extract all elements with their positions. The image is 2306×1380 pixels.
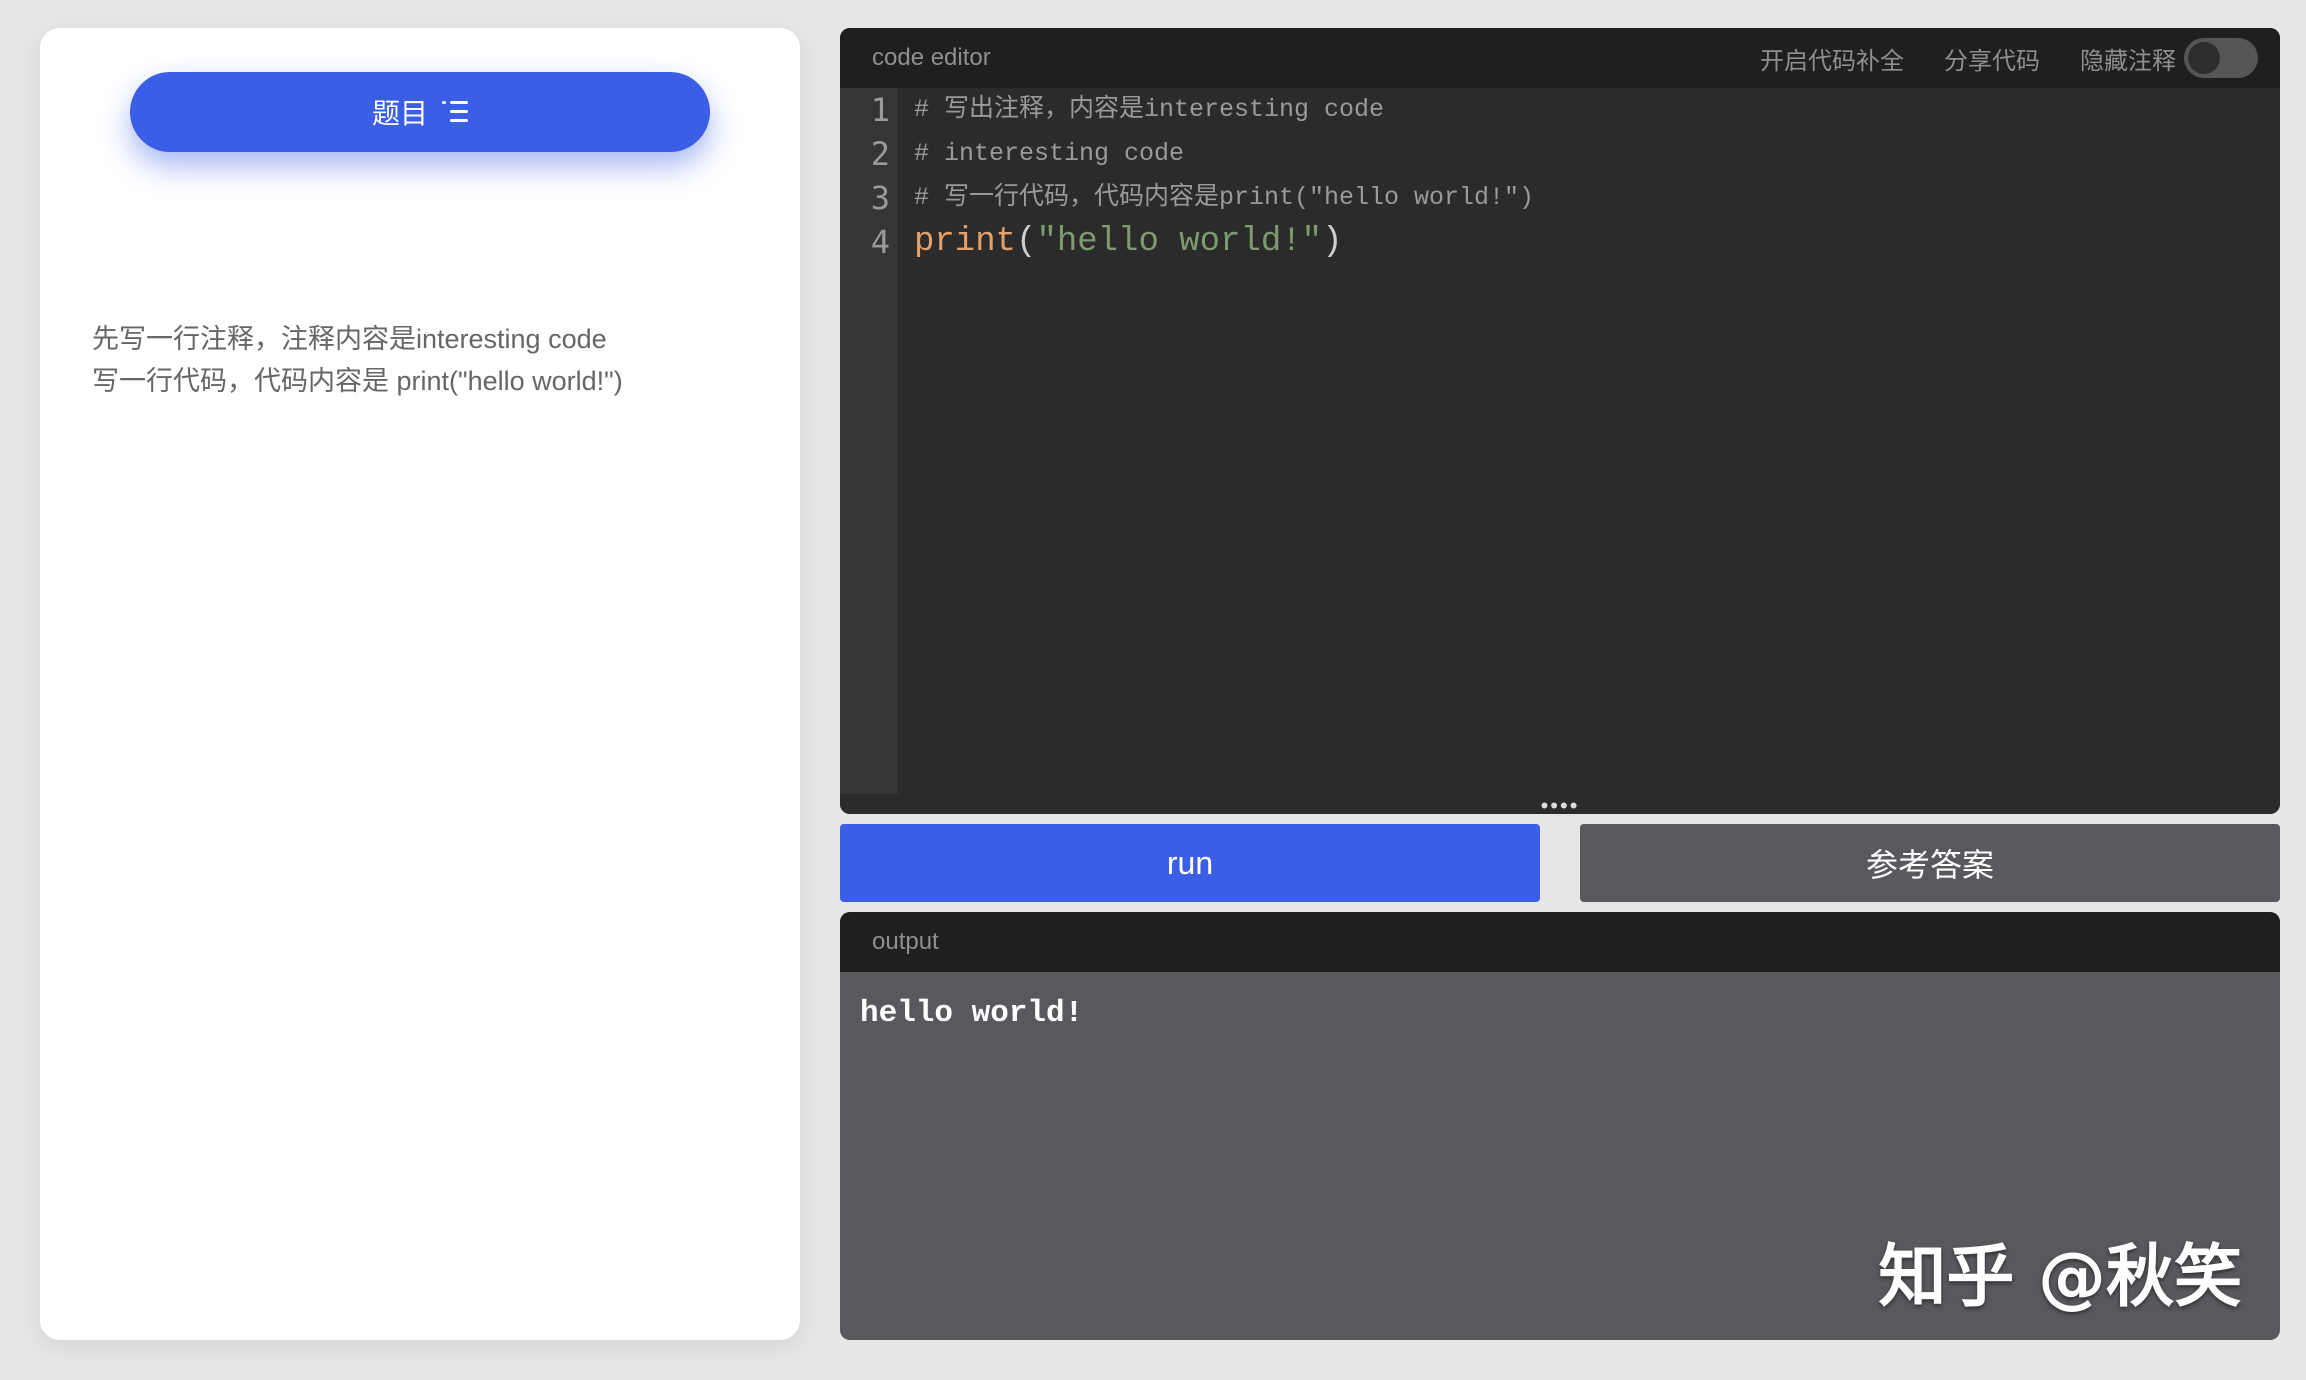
output-header: output [840,912,2280,972]
line-number: 1 [870,91,890,129]
output-title: output [872,928,939,955]
code-paren-close: ) [1322,223,1343,261]
line-number: 4 [870,223,890,261]
code-line: print("hello world!") [914,220,2280,264]
output-panel: output hello world! 知乎 @秋笑 [840,912,2280,1340]
problem-line: 先写一行注释，注释内容是interesting code [92,324,607,354]
reference-answer-label: 参考答案 [1865,847,1994,883]
run-button[interactable]: run [840,824,1540,902]
hide-comments-toggle[interactable] [2184,38,2258,78]
autocomplete-toggle-link[interactable]: 开启代码补全 [1760,41,1904,76]
code-line: # interesting code [914,139,1185,168]
code-keyword: print [914,223,1017,261]
problem-line: 写一行代码，代码内容是 print("hello world!") [92,366,623,396]
code-line: # 写出注释，内容是interesting code [914,95,1385,124]
code-input-area[interactable]: # 写出注释，内容是interesting code # interesting… [914,88,2280,794]
share-code-link[interactable]: 分享代码 [1944,41,2040,76]
resize-handle[interactable]: •••• [1541,795,1580,815]
code-paren-open: ( [1016,223,1037,261]
problem-description: 先写一行注释，注释内容是interesting code 写一行代码，代码内容是… [92,318,760,402]
output-text: hello world! [860,996,1084,1031]
problem-panel: 题目 先写一行注释，注释内容是interesting code 写一行代码，代码… [40,28,800,1340]
editor-title: code editor [872,44,991,71]
watermark: 知乎 @秋笑 [1878,1238,2242,1317]
toggle-knob [2188,42,2220,74]
code-line: # 写一行代码，代码内容是print("hello world!") [914,183,1535,212]
line-number: 3 [870,179,890,217]
list-icon [442,101,468,123]
code-string: "hello world!" [1036,223,1323,261]
line-number: 2 [870,135,890,173]
topic-button[interactable]: 题目 [130,72,710,152]
reference-answer-button[interactable]: 参考答案 [1580,824,2280,902]
code-editor: code editor 开启代码补全 分享代码 隐藏注释 1 2 3 4 # 写… [840,28,2280,814]
editor-header: code editor 开启代码补全 分享代码 隐藏注释 [840,28,2280,88]
hide-comments-label: 隐藏注释 [2080,47,2176,75]
topic-button-label: 题目 [371,98,428,129]
run-button-label: run [1166,844,1214,881]
line-number-gutter: 1 2 3 4 [840,88,898,794]
